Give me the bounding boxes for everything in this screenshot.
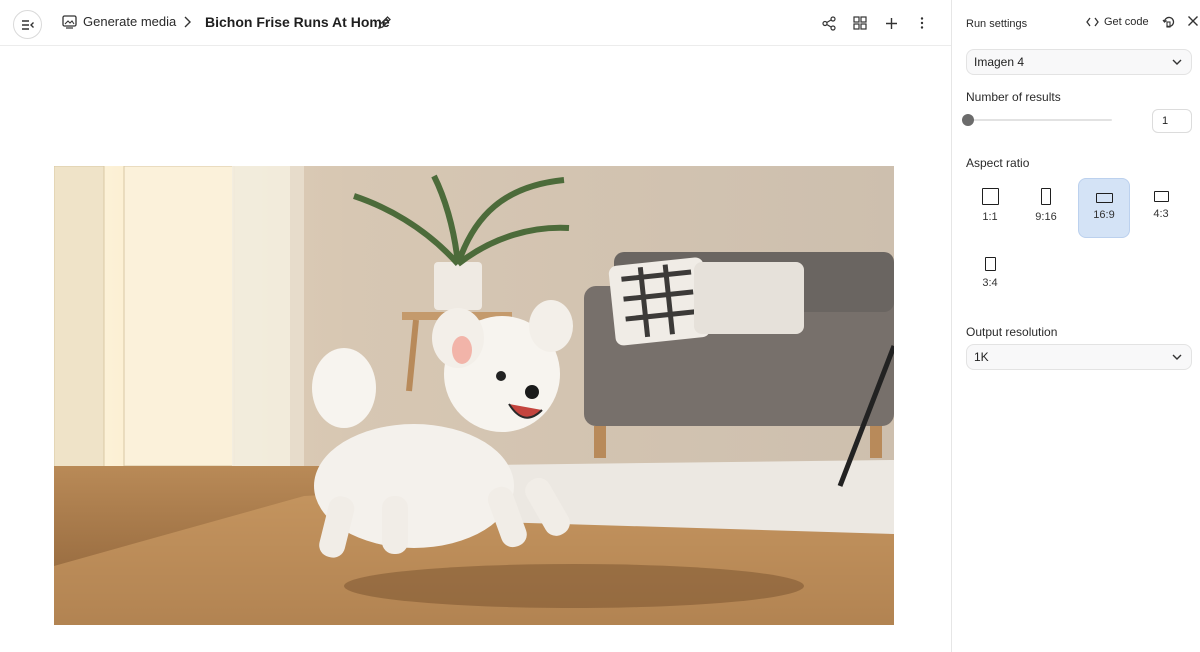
aspect-ratio-label: Aspect ratio xyxy=(966,156,1030,170)
grid-view-icon xyxy=(853,16,867,30)
chevron-right-icon xyxy=(184,16,191,28)
portrait-icon xyxy=(984,257,996,271)
aspect-option-3-4[interactable]: 3:4 xyxy=(964,247,1016,307)
app-root: Generate media Bichon Frise Runs At Home xyxy=(0,0,1200,652)
main-area: Generate media Bichon Frise Runs At Home xyxy=(0,0,951,652)
share-icon xyxy=(822,15,836,31)
model-select[interactable]: Imagen 4 xyxy=(966,49,1192,75)
gallery-view-button[interactable] xyxy=(851,14,869,32)
more-options-button[interactable] xyxy=(913,14,931,32)
image-gallery-icon xyxy=(62,14,77,29)
portrait-icon xyxy=(1041,188,1051,205)
edit-pencil-icon[interactable] xyxy=(377,15,392,30)
toggle-navigation-button[interactable] xyxy=(13,10,42,39)
breadcrumb-generate-media[interactable]: Generate media xyxy=(83,14,176,29)
reset-settings-icon[interactable] xyxy=(1162,15,1176,29)
run-settings-panel: Run settings Get code Imagen 4 Number of… xyxy=(951,0,1200,652)
resolution-select-value: 1K xyxy=(974,350,989,364)
chevron-down-icon xyxy=(1172,59,1182,65)
square-icon xyxy=(981,188,999,205)
page-title: Bichon Frise Runs At Home xyxy=(205,14,390,30)
generated-image[interactable] xyxy=(54,166,894,625)
top-actions xyxy=(820,14,931,32)
panel-title: Run settings xyxy=(966,18,1028,30)
resolution-select[interactable]: 1K xyxy=(966,344,1192,370)
get-code-label: Get code xyxy=(1104,16,1149,28)
aspect-option-4-3[interactable]: 4:3 xyxy=(1135,178,1187,238)
share-button[interactable] xyxy=(820,14,838,32)
results-count-input[interactable]: 1 xyxy=(1152,109,1192,133)
code-icon xyxy=(1086,17,1099,27)
chevron-down-icon xyxy=(1172,354,1182,360)
results-slider-track[interactable] xyxy=(966,119,1112,121)
landscape-icon xyxy=(1153,191,1169,202)
plus-icon xyxy=(885,17,897,29)
landscape-icon xyxy=(1095,193,1113,203)
collapse-menu-icon xyxy=(21,19,34,30)
generated-image-canvas xyxy=(54,166,894,625)
aspect-option-label: 16:9 xyxy=(1093,209,1115,221)
panel-header: Run settings Get code xyxy=(966,15,1198,33)
new-chat-button[interactable] xyxy=(882,14,900,32)
breadcrumb[interactable]: Generate media xyxy=(62,14,176,29)
aspect-option-label: 4:3 xyxy=(1153,208,1169,220)
aspect-option-16-9[interactable]: 16:9 xyxy=(1078,178,1130,238)
aspect-option-label: 1:1 xyxy=(982,211,998,223)
close-icon[interactable] xyxy=(1187,15,1199,27)
output-resolution-label: Output resolution xyxy=(966,325,1058,339)
results-label: Number of results xyxy=(966,90,1061,104)
aspect-option-label: 3:4 xyxy=(982,277,998,289)
aspect-option-1-1[interactable]: 1:1 xyxy=(964,178,1016,238)
more-vertical-icon xyxy=(920,17,924,29)
model-select-value: Imagen 4 xyxy=(974,55,1025,69)
top-bar: Generate media Bichon Frise Runs At Home xyxy=(0,0,951,46)
aspect-option-9-16[interactable]: 9:16 xyxy=(1020,178,1072,238)
aspect-option-label: 9:16 xyxy=(1035,211,1057,223)
get-code-button[interactable]: Get code xyxy=(1086,16,1149,28)
results-slider-thumb[interactable] xyxy=(962,114,974,126)
